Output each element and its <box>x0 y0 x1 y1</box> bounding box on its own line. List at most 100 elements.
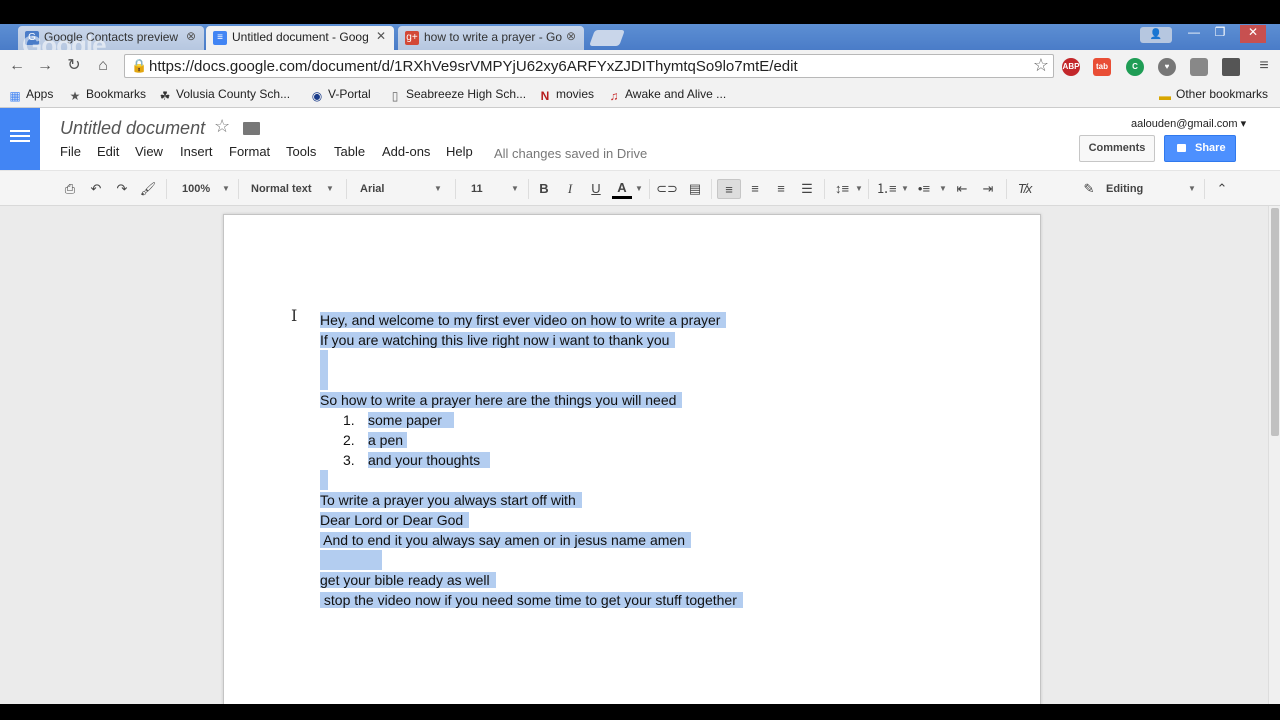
undo-icon[interactable]: ↶ <box>86 179 106 199</box>
list-item[interactable]: 2. <box>343 430 355 450</box>
doc-line-empty[interactable] <box>320 550 382 570</box>
pocket-extension-icon[interactable]: ♥ <box>1158 58 1176 76</box>
italic-icon[interactable]: I <box>561 179 579 199</box>
grammar-extension-icon[interactable]: C <box>1126 58 1144 76</box>
menu-insert[interactable]: Insert <box>180 144 213 159</box>
print-icon[interactable]: ⎙ <box>60 179 80 199</box>
list-item[interactable]: 3. <box>343 450 355 470</box>
justify-icon[interactable]: ☰ <box>797 179 817 199</box>
doc-line[interactable]: To write a prayer you always start off w… <box>320 490 582 510</box>
puzzle-extension-icon[interactable] <box>1190 58 1208 76</box>
leaf-icon: ☘ <box>159 89 171 103</box>
align-left-icon[interactable]: ≡ <box>717 179 741 199</box>
list-item-text[interactable]: a pen <box>368 430 408 450</box>
profile-button[interactable]: 👤 <box>1140 27 1172 43</box>
align-right-icon[interactable]: ≡ <box>771 179 791 199</box>
new-tab-button[interactable] <box>589 30 625 46</box>
bookmark-seabreeze[interactable]: ▯ Seabreeze High Sch... <box>388 87 526 103</box>
doc-line[interactable]: And to end it you always say amen or in … <box>320 530 691 550</box>
bulleted-list-icon[interactable]: •≡ <box>914 179 934 199</box>
document-title[interactable]: Untitled document <box>60 118 205 139</box>
doc-line[interactable]: Dear Lord or Dear God <box>320 510 470 530</box>
share-button[interactable]: Share <box>1164 135 1236 162</box>
increase-indent-icon[interactable]: ⇥ <box>978 179 998 199</box>
text-color-icon[interactable]: A <box>612 179 632 199</box>
tab-extension-icon[interactable]: tab <box>1093 58 1111 76</box>
menu-tools[interactable]: Tools <box>286 144 316 159</box>
menu-addons[interactable]: Add-ons <box>382 144 430 159</box>
align-center-icon[interactable]: ≡ <box>745 179 765 199</box>
star-icon[interactable]: ☆ <box>214 116 230 137</box>
back-icon[interactable]: ← <box>7 56 27 76</box>
doc-line-empty[interactable] <box>320 350 328 390</box>
menu-file[interactable]: File <box>60 144 81 159</box>
doc-line[interactable]: If you are watching this live right now … <box>320 330 676 350</box>
menu-help[interactable]: Help <box>446 144 473 159</box>
underline-icon[interactable]: U <box>587 179 605 199</box>
film-extension-icon[interactable] <box>1222 58 1240 76</box>
font-size-select[interactable]: 11 <box>471 179 483 199</box>
forward-icon[interactable]: → <box>35 56 55 76</box>
lock-icon: 🔒 <box>131 58 148 73</box>
pencil-icon: ✎ <box>1083 181 1095 196</box>
tab-untitled-document[interactable]: ≡ Untitled document - Goog ✕ <box>206 26 394 50</box>
redo-icon[interactable]: ↷ <box>112 179 132 199</box>
menu-icon[interactable]: ≡ <box>1254 56 1274 76</box>
style-select[interactable]: Normal text <box>251 179 312 199</box>
docs-home-icon[interactable] <box>0 108 40 170</box>
bookmark-bookmarks[interactable]: ★ Bookmarks <box>68 87 146 103</box>
chevron-down-icon: ▼ <box>326 184 334 193</box>
bookmark-volusia[interactable]: ☘ Volusia County Sch... <box>158 87 290 103</box>
clear-formatting-icon[interactable]: T̸x <box>1014 179 1036 199</box>
collapse-toolbar-icon[interactable]: ⌃ <box>1212 179 1232 199</box>
bookmark-movies[interactable]: Nmovies <box>538 87 594 103</box>
close-icon[interactable]: ⊗ <box>566 29 576 43</box>
home-icon[interactable]: ⌂ <box>93 56 113 76</box>
menu-format[interactable]: Format <box>229 144 270 159</box>
minimize-icon[interactable]: — <box>1184 25 1204 43</box>
paint-format-icon[interactable]: 🖌 <box>138 179 158 199</box>
menu-view[interactable]: View <box>135 144 163 159</box>
chevron-down-icon: ▼ <box>511 184 519 193</box>
save-status[interactable]: All changes saved in Drive <box>494 146 647 161</box>
close-window-icon[interactable]: ✕ <box>1240 25 1266 43</box>
close-icon[interactable]: ✕ <box>376 29 386 43</box>
font-select[interactable]: Arial <box>360 179 384 199</box>
text-cursor-icon: I <box>291 306 298 325</box>
bookmark-awake-and-alive[interactable]: ♫ Awake and Alive ... <box>607 87 727 103</box>
doc-line[interactable]: get your bible ready as well <box>320 570 496 590</box>
list-item[interactable]: 1. <box>343 410 355 430</box>
bookmark-apps[interactable]: ▦ Apps <box>8 87 53 103</box>
tab-label: how to write a prayer - Go <box>424 30 563 44</box>
zoom-select[interactable]: 100% <box>182 179 210 199</box>
doc-line[interactable]: So how to write a prayer here are the th… <box>320 390 683 410</box>
list-item-text[interactable]: and your thoughts <box>368 450 491 470</box>
numbered-list-icon[interactable]: ⒈≡ <box>876 179 897 199</box>
adblock-extension-icon[interactable]: ABP <box>1062 58 1080 76</box>
account-email[interactable]: aalouden@gmail.com ▾ <box>1131 117 1246 130</box>
link-icon[interactable]: ⊂⊃ <box>656 179 678 199</box>
address-bar[interactable]: 🔒 https://docs.google.com/document/d/1RX… <box>124 54 1054 78</box>
menu-edit[interactable]: Edit <box>97 144 119 159</box>
editing-mode-select[interactable]: Editing <box>1106 179 1143 199</box>
doc-line-empty[interactable] <box>320 470 328 490</box>
reload-icon[interactable]: ↻ <box>64 56 84 76</box>
list-item-text[interactable]: some paper <box>368 410 454 430</box>
doc-line[interactable]: Hey, and welcome to my first ever video … <box>320 310 727 330</box>
scrollbar-thumb[interactable] <box>1271 208 1279 436</box>
tab-how-to-write-a-prayer[interactable]: g+ how to write a prayer - Go ⊗ <box>398 26 584 50</box>
comments-button[interactable]: Comments <box>1079 135 1155 162</box>
menu-table[interactable]: Table <box>334 144 365 159</box>
close-icon[interactable]: ⊗ <box>186 29 196 43</box>
line-spacing-icon[interactable]: ↕≡ <box>832 179 852 199</box>
folder-icon[interactable] <box>243 122 260 135</box>
vertical-scrollbar[interactable] <box>1268 206 1280 704</box>
bookmark-vportal[interactable]: ◉ V-Portal <box>310 87 371 103</box>
comment-icon[interactable]: ▤ <box>685 179 705 199</box>
bookmark-star-icon[interactable]: ☆ <box>1033 55 1049 76</box>
decrease-indent-icon[interactable]: ⇤ <box>952 179 972 199</box>
doc-line[interactable]: stop the video now if you need some time… <box>320 590 743 610</box>
restore-icon[interactable]: ❐ <box>1210 25 1230 43</box>
bold-icon[interactable]: B <box>535 179 553 199</box>
bookmark-other[interactable]: ▬ Other bookmarks <box>1158 87 1268 103</box>
